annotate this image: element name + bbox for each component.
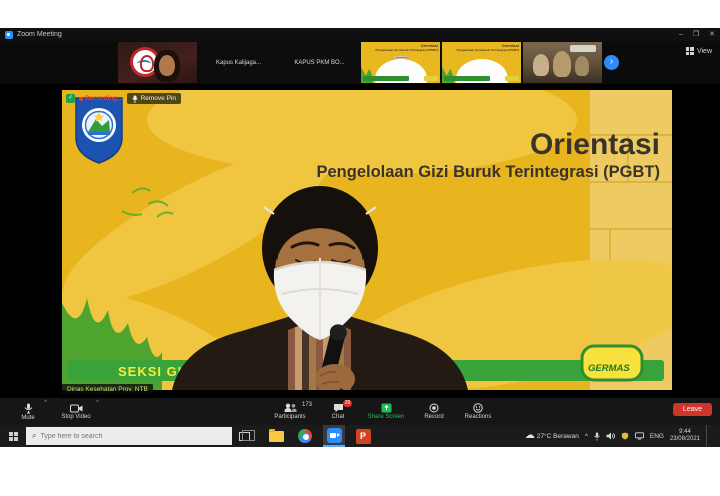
banner-subtitle: Pengelolaan Gizi Buruk Terintegrasi (PGB… [316,163,660,181]
window-title: Zoom Meeting [17,31,62,38]
germas-logo: GERMAS [582,346,642,380]
clock-time: 9:44 [670,429,700,437]
camera-icon [70,404,83,413]
pin-icon [132,95,138,103]
slide-subtitle-mini: Pengelolaan Gizi Buruk Terintegrasi (PGB… [457,48,519,52]
tray-expand-button[interactable]: ^ [585,433,588,440]
video-options-caret[interactable]: ^ [96,400,99,406]
task-view-button[interactable] [232,425,256,447]
view-label: View [697,48,712,55]
participants-icon [284,403,297,413]
participant-filmstrip: Kapus Kalijaga... KAPUS PKM BO... Orient… [0,41,720,84]
speaker-icon [606,432,615,440]
tray-network-button[interactable] [635,432,644,440]
recording-dot-icon [79,97,83,101]
start-button[interactable] [0,425,26,447]
participant-name-badge: Dinas Kesehatan Prov. NTB [62,384,153,394]
chat-unread-badge: 29 [343,400,352,407]
show-desktop-button[interactable] [706,425,710,447]
weather-widget[interactable]: ☁ 27°C Berawan [525,431,579,441]
participant-thumbnail[interactable]: Kapus Kalijaga... [199,42,278,83]
folder-icon [269,431,284,442]
participant-name-label: KAPUS PKM BO... [294,60,344,66]
reactions-button[interactable]: Reactions [456,398,500,425]
task-view-icon [239,432,250,441]
windows-logo-icon [9,432,18,441]
share-screen-button[interactable]: Share Screen [360,398,412,425]
leave-button[interactable]: Leave [673,403,712,416]
speaker-video-frame: SEKSI GIZI DA GERMAS [62,90,672,390]
participant-name-chip [363,76,409,81]
chrome-button[interactable] [294,425,316,447]
window-titlebar: Zoom Meeting – ❐ ✕ [0,28,720,41]
search-icon: ⌕ [32,431,36,441]
view-button[interactable]: View [686,47,712,55]
system-tray: ☁ 27°C Berawan ^ [525,425,720,447]
participant-thumbnail[interactable]: Orientasi Pengelolaan Gizi Buruk Terinte… [361,42,440,83]
mute-button[interactable]: ^ Mute [6,398,50,425]
cloud-icon: ☁ [525,431,535,441]
close-button[interactable]: ✕ [709,28,715,41]
chrome-icon [298,429,312,443]
banner-title: Orientasi [530,128,660,161]
slide-subtitle-mini: Pengelolaan Gizi Buruk Terintegrasi (PGB… [376,48,438,52]
meeting-control-bar: ^ Mute ^ Stop Video [0,398,720,425]
audio-options-caret[interactable]: ^ [44,400,47,406]
participant-name-label: Kapus Kalijaga... [216,60,261,66]
record-icon [429,403,439,413]
recording-indicator: Recording... [79,95,123,102]
ntb-province-logo [76,98,122,163]
file-explorer-button[interactable] [265,425,287,447]
stop-video-button[interactable]: ^ Stop Video [50,398,102,425]
zoom-app-button[interactable] [323,425,345,447]
network-icon [635,432,644,440]
participant-thumbnail[interactable]: Orientasi Pengelolaan Gizi Buruk Terinte… [442,42,521,83]
record-button[interactable]: Record [412,398,456,425]
taskbar-clock[interactable]: 9:44 23/08/2021 [670,429,700,444]
main-video-stage: SEKSI GIZI DA GERMAS [0,84,720,398]
zoom-app-icon [5,31,13,39]
language-indicator[interactable]: ENG [650,433,664,440]
remove-pin-button[interactable]: Remove Pin [127,93,181,104]
zoom-icon [327,428,342,443]
clock-date: 23/08/2021 [670,436,700,444]
participants-button[interactable]: 173 Participants [264,398,316,425]
participant-thumbnail[interactable] [523,42,602,83]
shield-tray-icon [621,432,629,440]
gallery-view-icon [686,47,694,55]
tray-security-button[interactable] [621,432,629,440]
powerpoint-icon: P [356,429,371,444]
participant-thumbnail[interactable]: KAPUS PKM BO... [280,42,359,83]
zoom-window: Zoom Meeting – ❐ ✕ Kapus Kalijaga... KAP [0,28,720,447]
mic-tray-icon [594,432,600,441]
reactions-icon [473,403,483,413]
microphone-icon [24,403,33,414]
windows-taskbar: ⌕ P ☁ [0,425,720,447]
minimize-button[interactable]: – [679,28,683,41]
maximize-button[interactable]: ❐ [693,28,699,41]
main-video: SEKSI GIZI DA GERMAS [62,90,672,390]
taskbar-search[interactable]: ⌕ [26,427,232,445]
next-page-arrow-button[interactable]: › [604,55,619,70]
encryption-shield-icon: ✓ [66,94,75,103]
zoom-meeting-screenshot: Zoom Meeting – ❐ ✕ Kapus Kalijaga... KAP [0,0,720,496]
svg-text:GERMAS: GERMAS [588,363,630,374]
tray-mic-button[interactable] [594,432,600,441]
share-screen-icon [381,403,392,413]
chat-button[interactable]: 29 Chat [316,398,360,425]
tray-volume-button[interactable] [606,432,615,440]
chat-icon [333,403,344,413]
video-topleft-overlays: ✓ Recording... Remove Pin [66,93,181,104]
participant-name-chip [444,76,490,81]
powerpoint-button[interactable]: P [352,425,374,447]
search-input[interactable] [40,433,226,440]
participant-thumbnail[interactable] [118,42,197,83]
